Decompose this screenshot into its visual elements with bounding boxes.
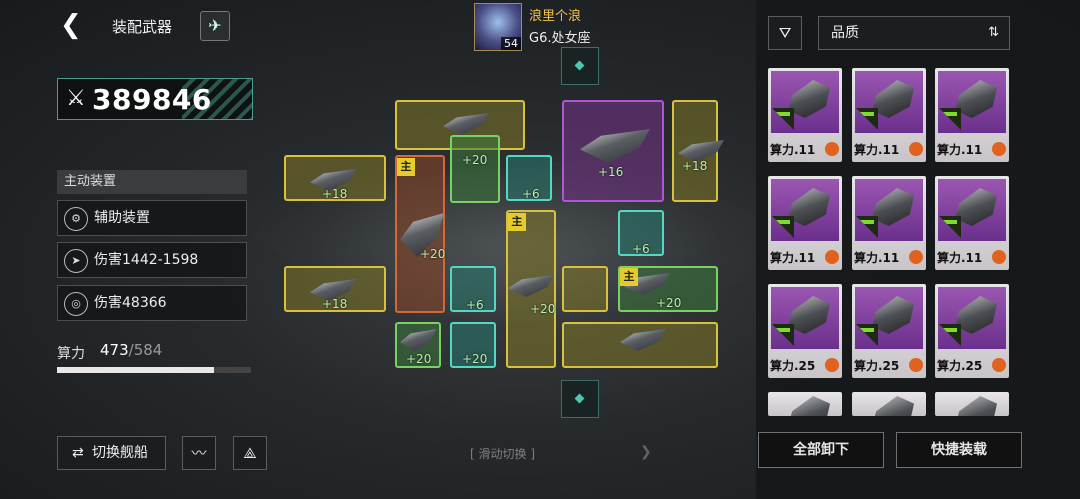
quality-label: 品质 <box>831 25 859 41</box>
gear-icon <box>992 142 1006 156</box>
card-cost: 算力.11 <box>937 143 983 157</box>
filter-icon[interactable]: ⛛ <box>768 16 802 50</box>
slide-switch-hint: [ 滑动切换 ] <box>470 447 536 461</box>
gear-icon <box>909 250 923 264</box>
next-ship-node[interactable] <box>561 380 599 418</box>
weapon-icon <box>955 396 997 416</box>
weapon-card[interactable]: 算力.11 <box>935 176 1009 270</box>
switch-ship-label: 切换舰船 <box>92 445 148 461</box>
calc-value: 473/584 <box>100 341 162 359</box>
weapon-card[interactable] <box>768 392 842 416</box>
card-cost: 算力.11 <box>854 251 900 265</box>
gear-icon <box>992 358 1006 372</box>
gear-icon <box>825 358 839 372</box>
bonus-label: +6 <box>522 187 540 201</box>
calc-bar <box>57 367 251 373</box>
switch-ship-button[interactable]: ⇄ 切换舰船 <box>57 436 166 470</box>
power-display: ⚔ 389846 <box>57 78 253 120</box>
bonus-label: +20 <box>462 153 488 167</box>
weapon-icon <box>872 396 914 416</box>
gear-icon <box>825 142 839 156</box>
equipment-grid: +18 +20 +16 +18 +6 +20 +6 +18 +6 +20 +20… <box>280 95 724 375</box>
stat-damage-missile-label: 伤害1442-1598 <box>94 252 199 268</box>
weapon-card[interactable] <box>852 392 926 416</box>
bonus-label: +20 <box>420 247 446 261</box>
weapon-card[interactable]: 算力.11 <box>768 176 842 270</box>
card-grid: 算力.11 算力.11 算力.11 算力.11 算力.11 算力.11 算力.2… <box>768 68 1018 424</box>
prev-ship-node[interactable] <box>561 47 599 85</box>
rocket-icon[interactable]: ✈ <box>200 11 230 41</box>
card-cost: 算力.11 <box>937 251 983 265</box>
bonus-label: +18 <box>322 297 348 311</box>
calc-label: 算力 <box>57 346 85 362</box>
bonus-label: +18 <box>682 159 708 173</box>
main-tag: 主 <box>620 268 638 286</box>
slot-green-mid[interactable] <box>450 135 500 203</box>
power-value: 389846 <box>92 83 212 116</box>
quick-load-button[interactable]: 快捷装载 <box>896 432 1022 468</box>
weapon-card[interactable]: 算力.11 <box>768 68 842 162</box>
bonus-label: +20 <box>406 352 432 366</box>
support-device-icon: ⚙ <box>64 207 88 231</box>
weapon-card[interactable]: 算力.11 <box>935 68 1009 162</box>
swap-icon: ⇄ <box>72 445 84 461</box>
quality-select[interactable]: 品质 ⇅ <box>818 16 1010 50</box>
weapon-icon <box>788 396 830 416</box>
stat-damage-target[interactable]: ◎ 伤害48366 <box>57 285 247 321</box>
slot-yellow-small[interactable] <box>562 266 608 312</box>
stat-support[interactable]: ⚙ 辅助装置 <box>57 200 247 236</box>
card-cost: 算力.25 <box>770 359 816 373</box>
calc-max: /584 <box>128 341 163 359</box>
stat-damage-missile[interactable]: ➤ 伤害1442-1598 <box>57 242 247 278</box>
player-name: 浪里个浪 <box>529 9 582 24</box>
weapon-card[interactable]: 算力.25 <box>768 284 842 378</box>
bonus-label: +20 <box>530 302 556 316</box>
chevron-right-icon: ❯ <box>640 444 652 460</box>
main-tag: 主 <box>508 213 526 231</box>
back-arrow-icon[interactable]: ❮ <box>60 12 84 38</box>
weapon-card[interactable]: 算力.11 <box>852 176 926 270</box>
target-icon: ◎ <box>64 292 88 316</box>
bonus-label: +6 <box>632 242 650 256</box>
missile-icon: ➤ <box>64 249 88 273</box>
section-title: 主动装置 <box>57 170 247 194</box>
card-cost: 算力.25 <box>854 359 900 373</box>
gear-icon <box>825 250 839 264</box>
weapon-card[interactable]: 算力.25 <box>852 284 926 378</box>
card-cost: 算力.11 <box>770 143 816 157</box>
stat-damage-target-label: 伤害48366 <box>94 295 167 311</box>
stat-support-label: 辅助装置 <box>94 210 150 226</box>
player-rank: G6.处女座 <box>529 31 591 46</box>
weapon-card[interactable] <box>935 392 1009 416</box>
page-title: 装配武器 <box>112 18 173 36</box>
sort-icon: ⇅ <box>988 25 999 40</box>
weapon-card[interactable]: 算力.25 <box>935 284 1009 378</box>
unequip-all-button[interactable]: 全部卸下 <box>758 432 884 468</box>
crossed-swords-icon: ⚔ <box>66 86 86 111</box>
fleet-icon[interactable]: ⟁ <box>233 436 267 470</box>
wave-icon[interactable]: 〰 <box>182 436 216 470</box>
gear-icon <box>909 142 923 156</box>
slide-label: 滑动切换 <box>478 447 527 461</box>
main-tag: 主 <box>397 158 415 176</box>
card-cost: 算力.25 <box>937 359 983 373</box>
player-avatar[interactable]: 54 <box>474 3 522 51</box>
bonus-label: +18 <box>322 187 348 201</box>
bonus-label: +16 <box>598 165 624 179</box>
bonus-label: +20 <box>462 352 488 366</box>
card-cost: 算力.11 <box>770 251 816 265</box>
player-level: 54 <box>501 37 521 50</box>
calc-used: 473 <box>100 341 129 359</box>
card-cost: 算力.11 <box>854 143 900 157</box>
bonus-label: +6 <box>466 298 484 312</box>
gear-icon <box>909 358 923 372</box>
calc-bar-fill <box>57 367 215 373</box>
bonus-label: +20 <box>656 296 682 310</box>
gear-icon <box>992 250 1006 264</box>
weapon-card[interactable]: 算力.11 <box>852 68 926 162</box>
